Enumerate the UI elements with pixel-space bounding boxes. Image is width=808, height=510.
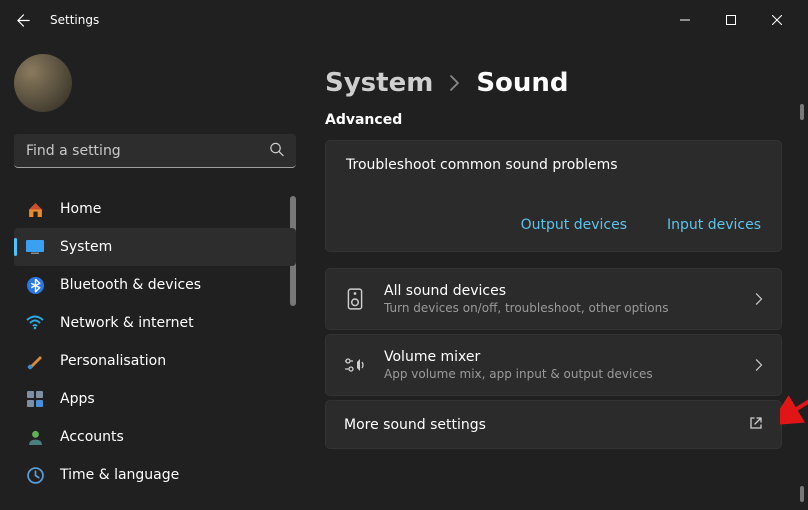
sidebar-item-label: Accounts <box>60 429 124 445</box>
main-scrollbar-down[interactable] <box>800 486 804 502</box>
page-title: Sound <box>476 68 568 98</box>
troubleshoot-title: Troubleshoot common sound problems <box>346 157 761 173</box>
search-icon <box>269 142 284 161</box>
sidebar-item-bluetooth[interactable]: Bluetooth & devices <box>14 266 296 304</box>
input-devices-link[interactable]: Input devices <box>667 217 761 233</box>
sidebar-item-personalisation[interactable]: Personalisation <box>14 342 296 380</box>
sidebar-item-accounts[interactable]: Accounts <box>14 418 296 456</box>
sidebar-item-label: Apps <box>60 391 95 407</box>
close-button[interactable] <box>754 4 800 36</box>
paintbrush-icon <box>26 352 44 370</box>
apps-icon <box>26 390 44 408</box>
clock-icon <box>26 466 44 484</box>
arrow-left-icon <box>16 13 31 28</box>
row-title: All sound devices <box>384 283 737 299</box>
sidebar-item-system[interactable]: System <box>14 228 296 266</box>
back-button[interactable] <box>8 5 38 35</box>
all-sound-devices-row[interactable]: All sound devices Turn devices on/off, t… <box>326 269 781 329</box>
sidebar-item-label: Network & internet <box>60 315 194 331</box>
sidebar-item-label: Personalisation <box>60 353 166 369</box>
sidebar-item-time[interactable]: Time & language <box>14 456 296 494</box>
annotation-arrow <box>780 375 808 425</box>
sidebar-item-label: System <box>60 239 112 255</box>
chevron-right-icon <box>755 290 763 309</box>
breadcrumb: System Sound <box>325 68 782 98</box>
close-icon <box>772 15 782 25</box>
accounts-icon <box>26 428 44 446</box>
home-icon <box>26 200 44 218</box>
mixer-icon <box>344 354 366 376</box>
system-icon <box>26 238 44 256</box>
more-sound-settings-row[interactable]: More sound settings <box>326 401 781 448</box>
nav-list: Home System Bluetooth & devices Network … <box>14 190 296 510</box>
row-title: More sound settings <box>344 417 731 433</box>
sidebar-item-label: Bluetooth & devices <box>60 277 201 293</box>
search-container <box>14 134 296 168</box>
minimize-button[interactable] <box>662 4 708 36</box>
row-subtitle: Turn devices on/off, troubleshoot, other… <box>384 301 737 315</box>
more-sound-settings-card: More sound settings <box>325 400 782 449</box>
search-input[interactable] <box>14 134 296 168</box>
main-scrollbar-up[interactable] <box>800 104 804 120</box>
avatar[interactable] <box>14 54 72 112</box>
breadcrumb-parent[interactable]: System <box>325 68 433 98</box>
sidebar: Home System Bluetooth & devices Network … <box>0 40 310 510</box>
sidebar-item-home[interactable]: Home <box>14 190 296 228</box>
row-title: Volume mixer <box>384 349 737 365</box>
sidebar-item-apps[interactable]: Apps <box>14 380 296 418</box>
bluetooth-icon <box>26 276 44 294</box>
all-sound-devices-card: All sound devices Turn devices on/off, t… <box>325 268 782 330</box>
chevron-right-icon <box>755 356 763 375</box>
main-content: System Sound Advanced Troubleshoot commo… <box>310 40 808 510</box>
minimize-icon <box>680 15 690 25</box>
sidebar-item-label: Time & language <box>60 467 179 483</box>
volume-mixer-card: Volume mixer App volume mix, app input &… <box>325 334 782 396</box>
sidebar-item-network[interactable]: Network & internet <box>14 304 296 342</box>
volume-mixer-row[interactable]: Volume mixer App volume mix, app input &… <box>326 335 781 395</box>
window-title: Settings <box>50 13 99 27</box>
troubleshoot-card: Troubleshoot common sound problems Outpu… <box>325 140 782 252</box>
row-subtitle: App volume mix, app input & output devic… <box>384 367 737 381</box>
sidebar-item-label: Home <box>60 201 101 217</box>
external-link-icon <box>749 415 763 434</box>
speaker-icon <box>344 288 366 310</box>
wifi-icon <box>26 314 44 332</box>
chevron-right-icon <box>449 75 460 95</box>
section-heading: Advanced <box>325 112 782 128</box>
maximize-icon <box>726 15 736 25</box>
maximize-button[interactable] <box>708 4 754 36</box>
output-devices-link[interactable]: Output devices <box>521 217 627 233</box>
